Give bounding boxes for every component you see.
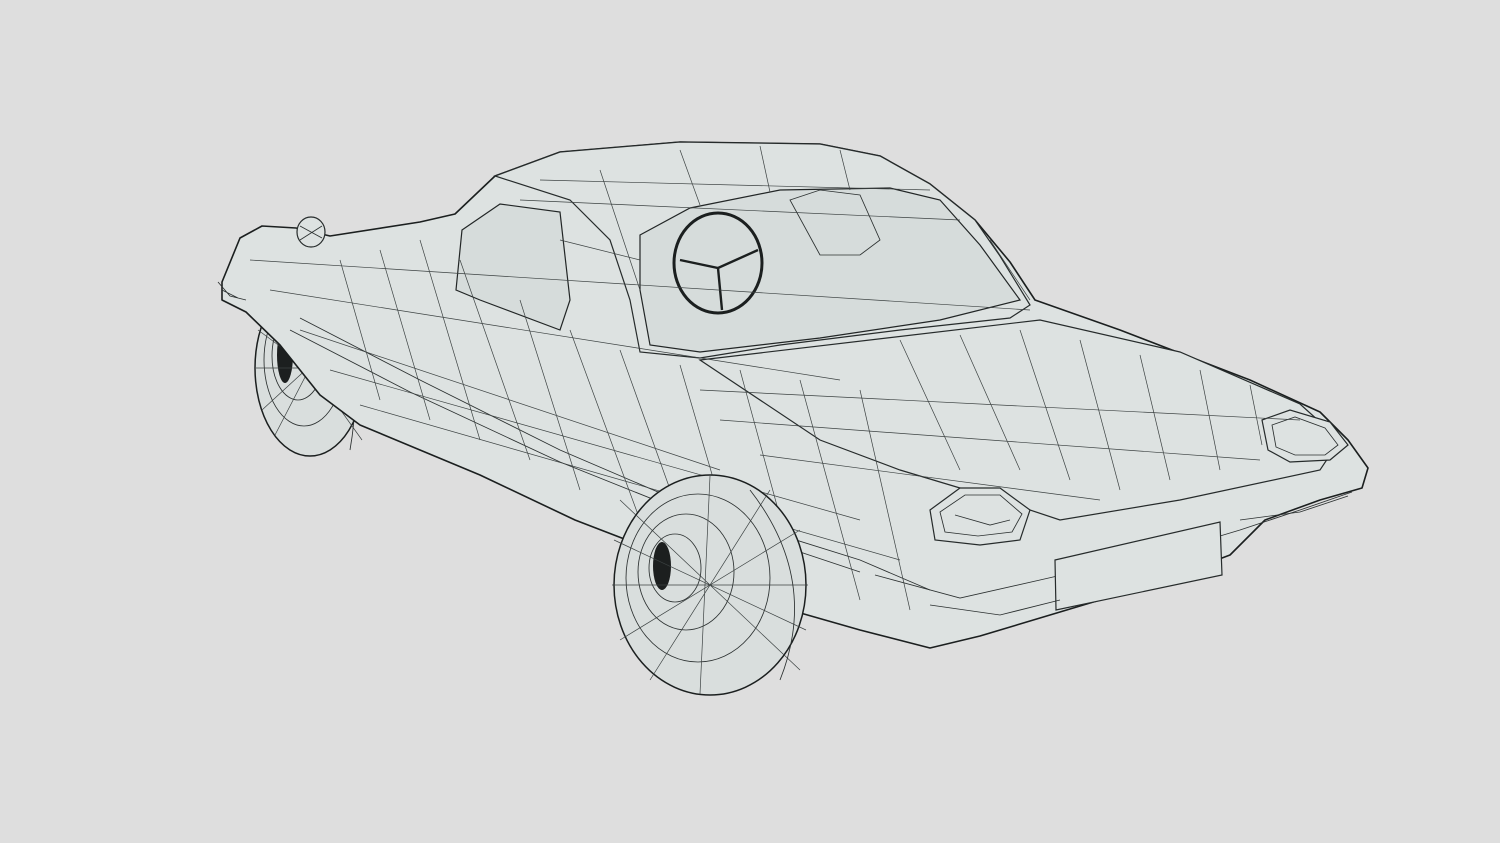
3d-viewport[interactable] — [0, 0, 1500, 843]
wireframe-car-model[interactable] — [0, 0, 1500, 843]
rear-left-wheel — [612, 474, 808, 696]
side-mirror — [296, 216, 326, 248]
right-tail-light — [1261, 409, 1349, 463]
